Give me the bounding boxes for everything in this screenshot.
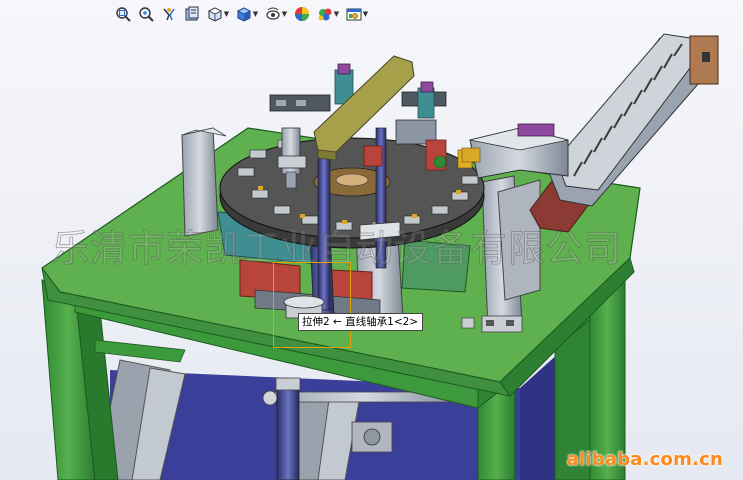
edit-appearance-button[interactable] [292, 4, 312, 24]
view-settings-button[interactable]: ▼ [344, 4, 370, 24]
display-style-icon [236, 7, 251, 22]
apply-scene-button[interactable]: ▼ [315, 4, 341, 24]
view-toolbar: ▼ ▼ ▼ ▼ ▼ [113, 4, 370, 24]
zoom-to-fit-icon [116, 7, 131, 22]
zoom-to-fit-button[interactable] [113, 4, 133, 24]
site-watermark: alibaba.com.cn [566, 449, 723, 470]
view-orientation-button[interactable]: ▼ [205, 4, 231, 24]
chevron-down-icon: ▼ [223, 10, 230, 18]
chevron-down-icon: ▼ [252, 10, 259, 18]
feature-tooltip: 拉伸2 ← 直线轴承1<2> [298, 313, 424, 331]
hide-show-items-button[interactable]: ▼ [263, 4, 289, 24]
previous-view-button[interactable] [159, 4, 179, 24]
chevron-down-icon: ▼ [281, 10, 288, 18]
chevron-down-icon: ▼ [362, 10, 369, 18]
cad-viewport[interactable] [0, 0, 743, 480]
previous-view-icon [163, 8, 175, 21]
section-view-button[interactable] [182, 4, 202, 24]
zoom-to-area-button[interactable] [136, 4, 156, 24]
display-style-button[interactable]: ▼ [234, 4, 260, 24]
edit-appearance-icon [295, 7, 309, 21]
hide-show-items-icon [266, 7, 280, 20]
apply-scene-icon [318, 8, 332, 21]
chevron-down-icon: ▼ [333, 10, 340, 18]
view-settings-icon [346, 8, 362, 21]
view-orientation-icon [207, 7, 222, 22]
zoom-to-area-icon [139, 7, 154, 22]
section-view-icon [185, 6, 199, 21]
